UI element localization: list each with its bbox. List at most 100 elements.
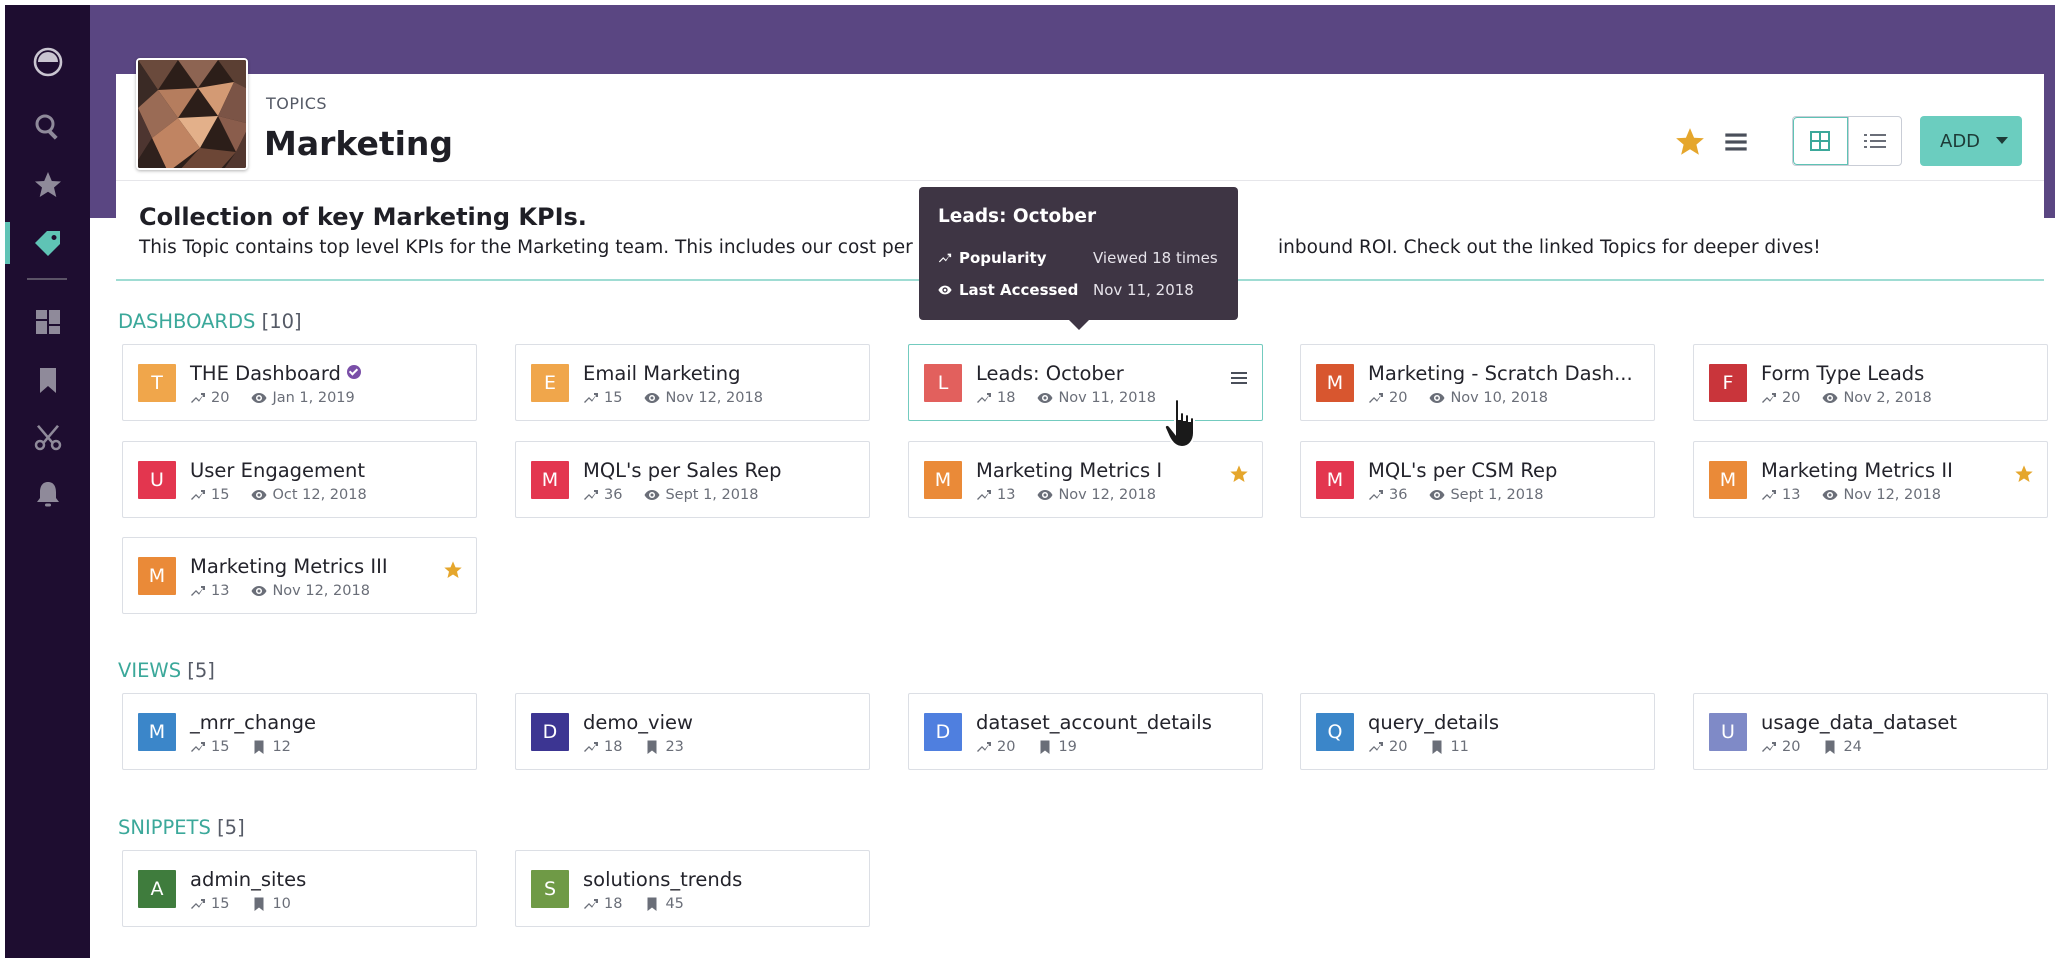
- card-meta: 20 11: [1368, 739, 1469, 755]
- card-title-text: _mrr_change: [190, 711, 316, 734]
- search-icon[interactable]: [5, 104, 90, 150]
- dashboard-card[interactable]: M MQL's per Sales Rep 36 Sept 1, 2018: [515, 441, 870, 518]
- view-mode-toggle: [1792, 116, 1902, 166]
- card-meta: 18 45: [583, 896, 684, 912]
- popularity-count: 20: [1782, 390, 1801, 406]
- topic-kicker: TOPICS: [266, 94, 328, 113]
- card-title-text: Marketing Metrics II: [1761, 459, 1953, 482]
- notifications-bell-icon[interactable]: [5, 471, 90, 517]
- favorite-star-icon[interactable]: [1674, 126, 1706, 158]
- eye-icon: [251, 490, 267, 500]
- bookmark-icon: [254, 897, 264, 911]
- list-view-button[interactable]: [1847, 117, 1902, 165]
- popularity-count: 13: [1782, 487, 1801, 503]
- dashboard-card[interactable]: F Form Type Leads 20 Nov 2, 2018: [1693, 344, 2048, 421]
- grid-view-button[interactable]: [1793, 117, 1848, 165]
- favorite-star-icon[interactable]: [443, 560, 463, 580]
- add-button-label: ADD: [1940, 130, 1981, 152]
- eye-icon: [251, 586, 267, 596]
- scissors-icon[interactable]: [5, 414, 90, 460]
- topics-tag-icon[interactable]: [5, 220, 90, 266]
- dashboard-card[interactable]: M Marketing Metrics II 13 Nov 12, 2018: [1693, 441, 2048, 518]
- last-accessed-date: Nov 2, 2018: [1843, 390, 1932, 406]
- card-meta: 36 Sept 1, 2018: [583, 487, 758, 503]
- card-title: User Engagement: [190, 459, 365, 482]
- popularity-count: 15: [604, 390, 623, 406]
- bookmark-icon: [647, 740, 657, 754]
- popularity-count: 20: [211, 390, 230, 406]
- popularity-count: 20: [1782, 739, 1801, 755]
- tooltip-popularity-row: Popularity Viewed 18 times: [938, 249, 1218, 267]
- dashboard-card[interactable]: M MQL's per CSM Rep 36 Sept 1, 2018: [1300, 441, 1655, 518]
- card-title-text: admin_sites: [190, 868, 307, 891]
- dashboard-card[interactable]: M Marketing Metrics I 13 Nov 12, 2018: [908, 441, 1263, 518]
- favorite-star-icon[interactable]: [1229, 464, 1249, 484]
- last-accessed-date: Nov 12, 2018: [272, 583, 370, 599]
- snippet-card[interactable]: Ssolutions_trends 18 45: [515, 850, 870, 927]
- eye-icon: [1822, 490, 1838, 500]
- dashboards-grid-icon[interactable]: [5, 299, 90, 345]
- snippet-card[interactable]: Aadmin_sites 15 10: [122, 850, 477, 927]
- hand-cursor-icon: [1163, 398, 1195, 449]
- popularity-count: 18: [604, 896, 623, 912]
- view-card[interactable]: Uusage_data_dataset 20 24: [1693, 693, 2048, 770]
- trending-icon: [191, 490, 205, 500]
- bookmark-icon[interactable]: [5, 357, 90, 403]
- saves-count: 12: [272, 739, 291, 755]
- popularity-count: 18: [997, 390, 1016, 406]
- grid-view-icon: [1810, 131, 1831, 151]
- view-card[interactable]: Qquery_details 20 11: [1300, 693, 1655, 770]
- dashboard-card[interactable]: T THE Dashboard 20 Jan 1, 2019: [122, 344, 477, 421]
- dashboard-card[interactable]: M Marketing Metrics III 13 Nov 12, 2018: [122, 537, 477, 614]
- add-button[interactable]: ADD: [1920, 116, 2022, 166]
- card-title: Leads: October: [976, 362, 1124, 385]
- card-title: solutions_trends: [583, 868, 742, 891]
- popularity-count: 13: [997, 487, 1016, 503]
- card-title: Form Type Leads: [1761, 362, 1924, 385]
- topic-header: TOPICS Marketing ADD: [116, 58, 2044, 181]
- tooltip-popularity-value: Viewed 18 times: [1093, 249, 1218, 267]
- card-title: THE Dashboard: [190, 362, 361, 385]
- card-meta: 20 Nov 2, 2018: [1761, 390, 1932, 406]
- card-initial-badge: D: [924, 713, 962, 751]
- trending-icon: [191, 393, 205, 403]
- card-title: MQL's per CSM Rep: [1368, 459, 1557, 482]
- card-meta: 15 10: [190, 896, 291, 912]
- popularity-count: 20: [997, 739, 1016, 755]
- saves-count: 10: [272, 896, 291, 912]
- card-initial-badge: M: [1316, 364, 1354, 402]
- tooltip-accessed-row: Last Accessed Nov 11, 2018: [938, 281, 1194, 299]
- dashboard-card[interactable]: M Marketing - Scratch Dash... 20 Nov 10, 20…: [1300, 344, 1655, 421]
- card-tooltip: Leads: October Popularity Viewed 18 time…: [919, 187, 1238, 330]
- card-initial-badge: M: [1709, 461, 1747, 499]
- card-meta: 18 23: [583, 739, 684, 755]
- eye-icon: [938, 285, 952, 295]
- card-initial-badge: M: [138, 557, 176, 595]
- trending-icon: [1369, 393, 1383, 403]
- favorites-star-icon[interactable]: [5, 162, 90, 208]
- popularity-count: 15: [211, 896, 230, 912]
- topic-menu-icon[interactable]: [1720, 126, 1752, 158]
- card-title: usage_data_dataset: [1761, 711, 1957, 734]
- card-meta: 13 Nov 12, 2018: [976, 487, 1156, 503]
- last-accessed-date: Nov 11, 2018: [1058, 390, 1156, 406]
- dashboard-card[interactable]: E Email Marketing 15 Nov 12, 2018: [515, 344, 870, 421]
- bookmark-icon: [1432, 740, 1442, 754]
- card-initial-badge: M: [531, 461, 569, 499]
- view-card[interactable]: Ddataset_account_details 20 19: [908, 693, 1263, 770]
- card-initial-badge: S: [531, 870, 569, 908]
- trending-icon: [1369, 490, 1383, 500]
- card-title-text: THE Dashboard: [190, 362, 341, 385]
- logo-icon[interactable]: [5, 39, 90, 85]
- snippets-label: SNIPPETS: [118, 816, 211, 839]
- view-card[interactable]: M _mrr_change 15 12: [122, 693, 477, 770]
- dashboard-card[interactable]: L Leads: October 18 Nov 11, 2018: [908, 344, 1263, 421]
- card-menu-icon[interactable]: [1229, 369, 1249, 387]
- view-card[interactable]: Ddemo_view 18 23: [515, 693, 870, 770]
- favorite-star-icon[interactable]: [2014, 464, 2034, 484]
- trending-icon: [977, 393, 991, 403]
- dashboard-card[interactable]: U User Engagement 15 Oct 12, 2018: [122, 441, 477, 518]
- snippets-section-header: SNIPPETS [5]: [118, 816, 245, 839]
- card-title: query_details: [1368, 711, 1499, 734]
- card-title-text: query_details: [1368, 711, 1500, 734]
